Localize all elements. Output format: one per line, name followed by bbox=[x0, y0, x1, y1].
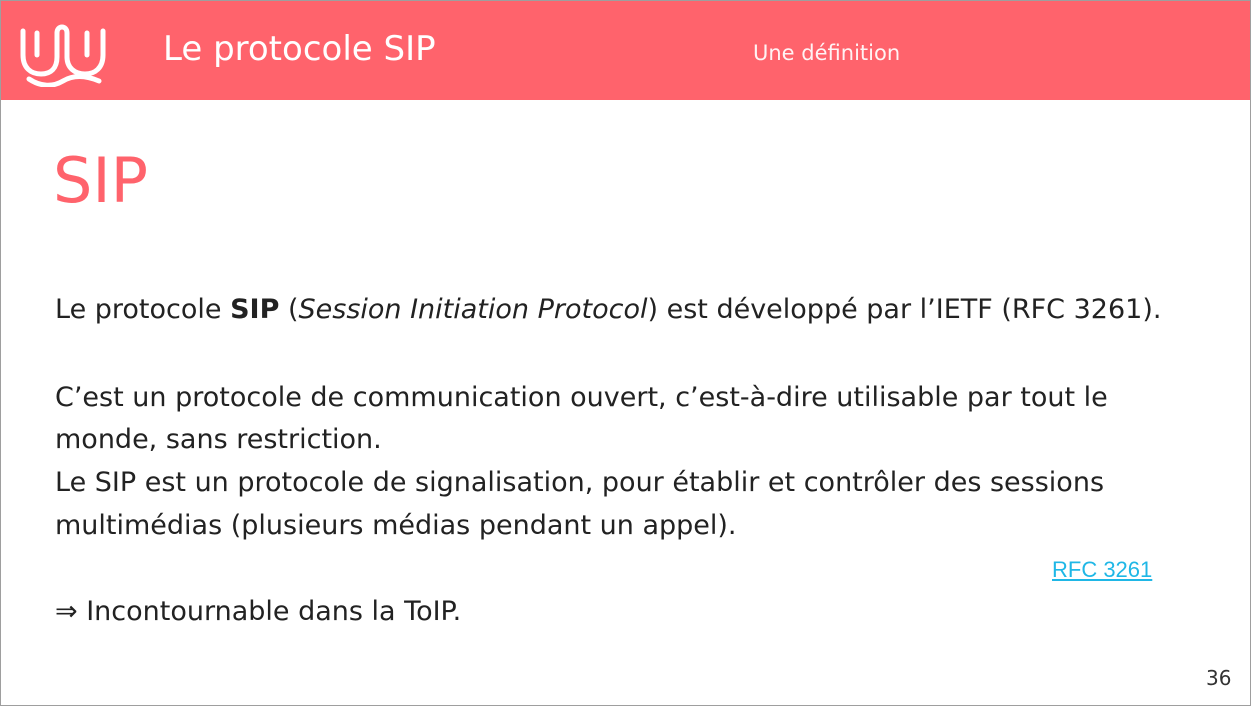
intro-paren-open: ( bbox=[279, 294, 299, 325]
page-number: 36 bbox=[1206, 666, 1232, 690]
intro-italic-term: Session Initiation Protocol bbox=[298, 294, 648, 325]
body-line: C’est un protocole de communication ouve… bbox=[55, 382, 1108, 413]
intro-paragraph: Le protocole SIP (Session Initiation Pro… bbox=[55, 290, 1161, 330]
body-line: multimédias (plusieurs médias pendant un… bbox=[55, 510, 737, 541]
conclusion-line: ⇒ Incontournable dans la ToIP. bbox=[55, 596, 462, 627]
slide: Le protocole SIP Une définition SIP Le p… bbox=[0, 0, 1251, 706]
header-subtitle: Une définition bbox=[753, 41, 901, 65]
intro-suffix: ) est développé par l’IETF (RFC 3261). bbox=[647, 294, 1162, 325]
header-bar: Le protocole SIP Une définition bbox=[1, 1, 1250, 100]
slide-title: SIP bbox=[53, 144, 149, 217]
intro-prefix: Le protocole bbox=[55, 294, 231, 325]
wave-hands-logo-icon bbox=[20, 24, 106, 87]
rfc-3261-link[interactable]: RFC 3261 bbox=[1052, 557, 1152, 583]
body-line: monde, sans restriction. bbox=[55, 424, 382, 455]
header-title: Le protocole SIP bbox=[163, 29, 436, 69]
intro-bold-term: SIP bbox=[230, 294, 280, 325]
body-line: Le SIP est un protocole de signalisation… bbox=[55, 467, 1105, 498]
